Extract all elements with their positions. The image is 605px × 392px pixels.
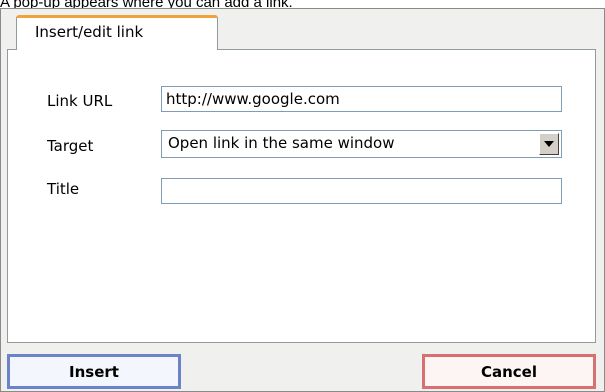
tab-label: Insert/edit link <box>35 23 144 41</box>
link-url-row: Link URL <box>8 86 595 120</box>
tab-panel: Link URL Target Open link in the same wi… <box>7 49 596 343</box>
target-select-value: Open link in the same window <box>168 134 395 152</box>
title-row: Title <box>8 178 595 212</box>
link-url-input[interactable] <box>161 86 562 112</box>
title-input[interactable] <box>161 178 562 204</box>
insert-link-dialog: Insert/edit link Link URL Target Open li… <box>0 8 605 392</box>
target-row: Target Open link in the same window <box>8 130 595 164</box>
dropdown-button[interactable] <box>539 133 559 155</box>
target-select[interactable]: Open link in the same window <box>161 130 562 158</box>
tab-strip: Insert/edit link <box>1 9 604 50</box>
tab-insert-edit-link[interactable]: Insert/edit link <box>16 15 218 50</box>
insert-button[interactable]: Insert <box>7 354 181 389</box>
link-url-label: Link URL <box>47 92 113 110</box>
title-label: Title <box>47 180 80 198</box>
cancel-button[interactable]: Cancel <box>422 354 596 389</box>
chevron-down-icon <box>544 141 554 147</box>
target-label: Target <box>47 137 94 155</box>
